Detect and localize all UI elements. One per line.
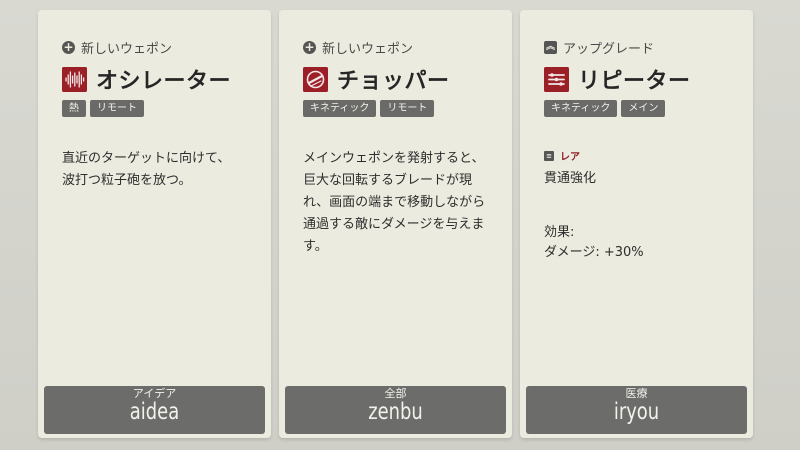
- tag: リモート: [380, 100, 435, 117]
- select-button[interactable]: 全部 zenbu: [285, 386, 506, 434]
- effect-value: ダメージ: +30%: [544, 245, 644, 260]
- weapon-card-chopper[interactable]: + 新しいウェポン チョッパー キネティック リモート メインウェポンを発射する…: [279, 10, 512, 438]
- plus-circle-icon: +: [62, 39, 75, 54]
- tag-list: キネティック メイン: [544, 100, 666, 117]
- effect-label: 効果:: [544, 225, 575, 240]
- upgrade-name: 貫通強化: [544, 171, 597, 186]
- card-kind-label: 新しいウェポン: [81, 41, 173, 57]
- tag: 熱: [62, 100, 86, 117]
- card-title-row: チョッパー: [303, 64, 450, 94]
- card-kind: + 新しいウェポン: [62, 38, 173, 57]
- card-description: メインウェポンを発射すると、巨大な回転するブレードが現れ、画面の端まで移動しなが…: [303, 148, 489, 258]
- select-button[interactable]: アイデア aidea: [44, 386, 265, 434]
- card-title: オシレーター: [96, 69, 232, 94]
- spinning-blade-icon: [303, 66, 328, 92]
- select-button-romaji: zenbu: [368, 399, 423, 425]
- select-button[interactable]: 医療 iryou: [526, 386, 747, 434]
- card-title-row: リピーター: [544, 64, 691, 94]
- plus-circle-icon: +: [303, 39, 316, 54]
- rarity-label: ≡ レア: [544, 148, 580, 163]
- tag-list: 熱 リモート: [62, 100, 144, 117]
- card-kind-label: 新しいウェポン: [322, 41, 414, 57]
- waveform-icon: [62, 66, 87, 92]
- tag: リモート: [90, 100, 144, 117]
- card-kind: ︽ アップグレード: [544, 38, 655, 57]
- select-button-romaji: iryou: [613, 399, 660, 425]
- tag: キネティック: [544, 100, 618, 117]
- tag: キネティック: [303, 100, 377, 117]
- select-button-romaji: aidea: [129, 399, 180, 425]
- repeater-icon: [544, 66, 569, 92]
- rarity-icon: ≡: [544, 150, 554, 161]
- description-line: 波打つ粒子砲を放つ。: [62, 173, 192, 188]
- card-title-row: オシレーター: [62, 64, 231, 94]
- card-title: リピーター: [578, 69, 691, 94]
- weapon-card-oscillator[interactable]: + 新しいウェポン オシレーター 熱 リモート 直近のターゲットに向けて、 波打…: [38, 10, 271, 438]
- card-kind-label: アップグレード: [563, 41, 655, 57]
- chevron-up-icon: ︽: [544, 40, 557, 54]
- tag: メイン: [621, 100, 666, 117]
- card-description: 直近のターゲットに向けて、 波打つ粒子砲を放つ。: [62, 148, 248, 192]
- description-text: メインウェポンを発射すると、巨大な回転するブレードが現れ、画面の端まで移動しなが…: [303, 151, 486, 254]
- tag-list: キネティック リモート: [303, 100, 435, 117]
- upgrade-card-repeater[interactable]: ︽ アップグレード リピーター キネティック メイン ≡ レア 貫通強化 効果:…: [520, 10, 753, 438]
- card-kind: + 新しいウェポン: [303, 38, 414, 57]
- rarity-text: レア: [560, 152, 580, 163]
- description-line: 直近のターゲットに向けて、: [62, 151, 231, 166]
- card-title: チョッパー: [337, 69, 450, 94]
